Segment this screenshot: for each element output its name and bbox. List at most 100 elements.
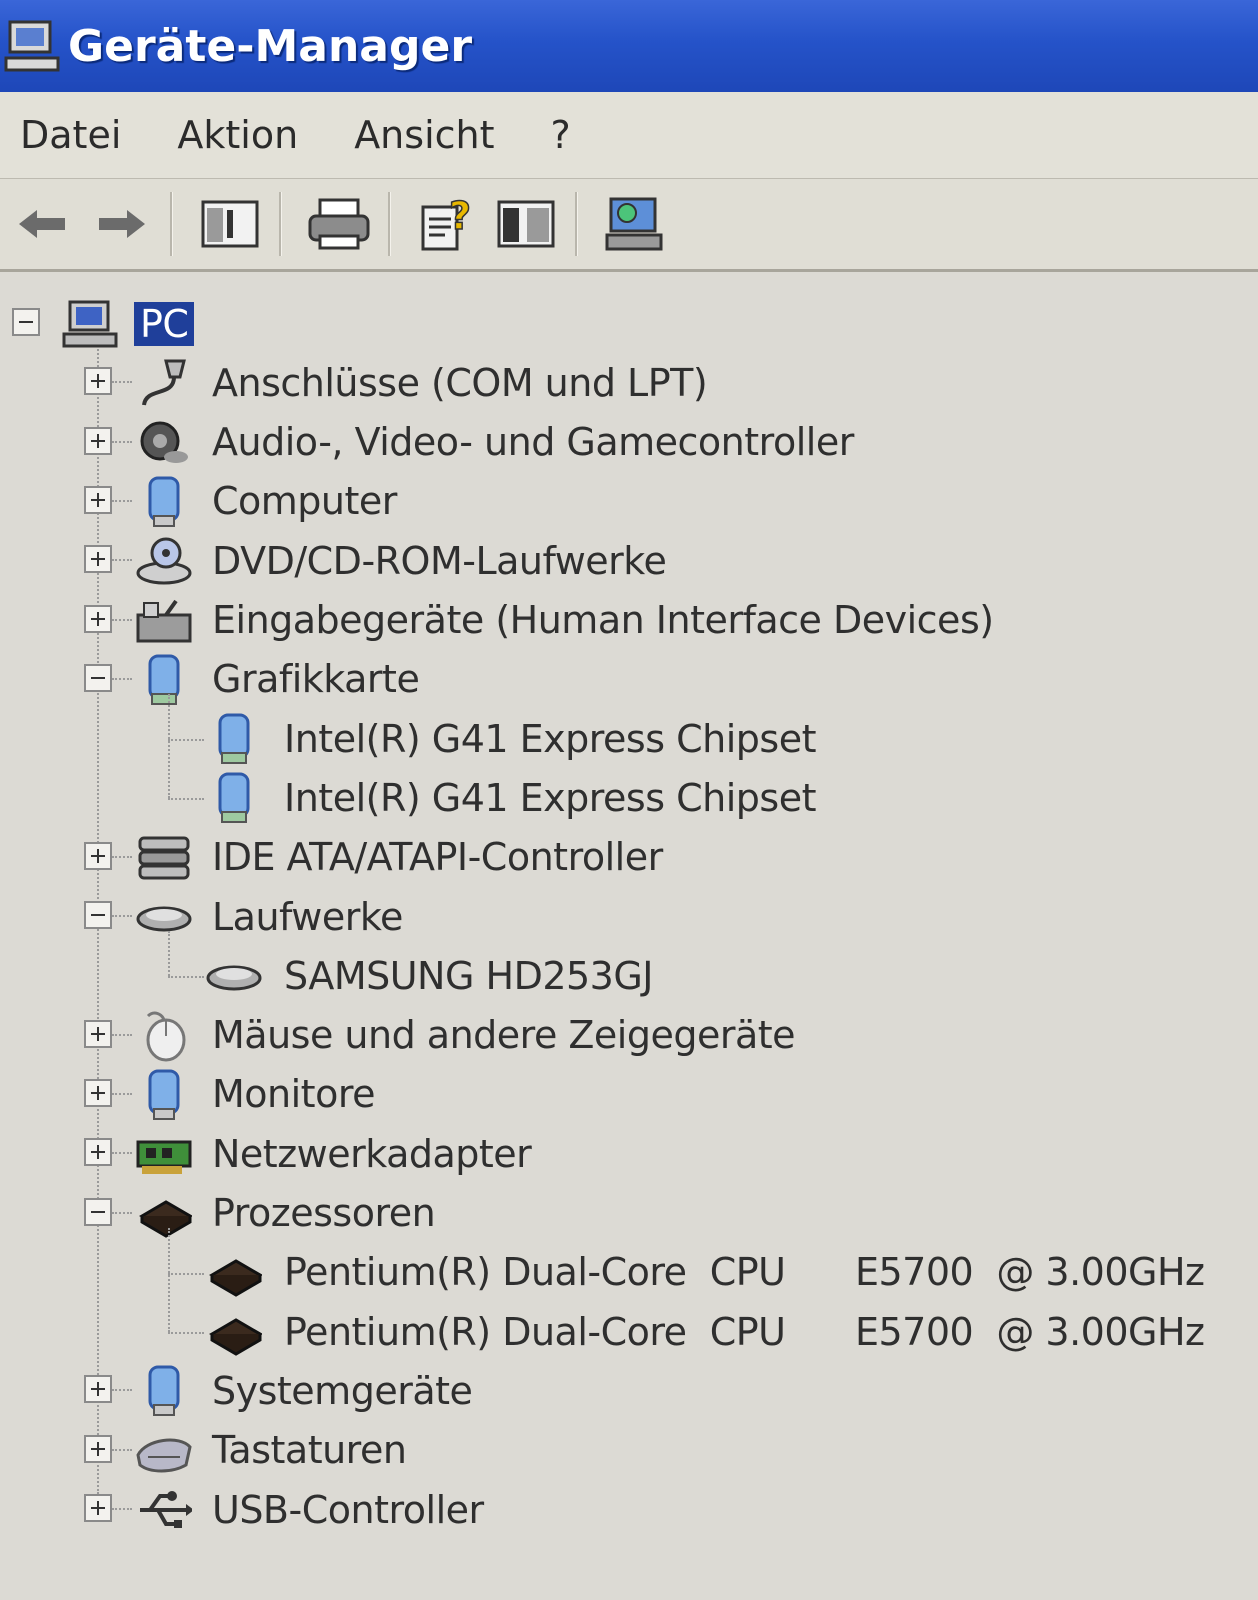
category-6-expander[interactable] [84, 663, 112, 692]
category-11[interactable]: Netzwerkadapter [212, 1124, 532, 1183]
category-9[interactable]: Mäuse und andere Zeigegeräte [212, 1006, 796, 1065]
print-button[interactable] [304, 189, 374, 259]
category-2[interactable]: Audio-, Video- und Gamecontroller [212, 413, 854, 472]
category-4[interactable]: DVD/CD-ROM-Laufwerke [212, 531, 667, 590]
category-15-expander[interactable] [84, 1494, 112, 1522]
category-7-label: IDE ATA/ATAPI-Controller [212, 835, 663, 880]
keyboard-icon [136, 1438, 192, 1473]
category-6-child-1[interactable]: Intel(R) G41 Express Chipset [284, 709, 816, 768]
category-13-expander[interactable] [84, 1375, 112, 1404]
device-tree: PC Anschlüsse (COM und LPT) Audio-, Video-… [0, 272, 1258, 1600]
display-adapter-icon [218, 772, 250, 824]
category-1[interactable]: Anschlüsse (COM und LPT) [212, 353, 708, 412]
category-10-label: Monitore [212, 1072, 376, 1117]
menu-bar: Datei Aktion Ansicht ? [0, 92, 1258, 179]
scan-hardware-icon [605, 197, 663, 251]
computer-icon [148, 476, 180, 527]
forward-icon [99, 210, 145, 238]
tree-connector [112, 381, 132, 384]
tree-connector [112, 915, 132, 917]
forward-button[interactable] [86, 189, 156, 259]
back-icon [19, 210, 65, 238]
category-12[interactable]: Prozessoren [212, 1184, 436, 1243]
category-3-label: Computer [212, 479, 397, 524]
pc-icon [62, 300, 118, 348]
tree-connector [112, 618, 132, 621]
console-tree-icon [201, 200, 259, 248]
device-manager-icon [4, 20, 60, 72]
toolbar-separator [170, 192, 173, 256]
svg-text:?: ? [449, 195, 471, 238]
category-10-expander[interactable] [84, 1078, 112, 1107]
category-6-label: Grafikkarte [212, 657, 420, 702]
category-3[interactable]: Computer [212, 472, 397, 531]
category-7[interactable]: IDE ATA/ATAPI-Controller [212, 828, 663, 887]
category-10[interactable]: Monitore [212, 1065, 376, 1124]
category-2-label: Audio-, Video- und Gamecontroller [212, 420, 854, 465]
category-9-expander[interactable] [84, 1019, 112, 1048]
menu-datei[interactable]: Datei [20, 113, 121, 157]
category-8-label: Laufwerke [212, 894, 403, 939]
category-4-expander[interactable] [84, 545, 112, 574]
category-5-expander[interactable] [84, 604, 112, 633]
view-pane-button[interactable] [491, 189, 561, 259]
category-8-expander[interactable] [84, 901, 112, 929]
tree-connector [112, 1508, 132, 1510]
category-3-expander[interactable] [84, 485, 112, 514]
menu-ansicht[interactable]: Ansicht [354, 113, 494, 157]
category-15[interactable]: USB-Controller [212, 1480, 484, 1539]
category-12-child-2[interactable]: Pentium(R) Dual-Core CPU E5700 @ 3.00GHz [284, 1302, 1205, 1361]
ide-controller-icon [138, 836, 190, 880]
category-6-child-1-label: Intel(R) G41 Express Chipset [284, 716, 816, 761]
toolbar: ? [0, 179, 1258, 272]
category-11-label: Netzwerkadapter [212, 1131, 532, 1176]
processor-icon [209, 1259, 262, 1297]
tree-connector [168, 798, 204, 801]
category-5[interactable]: Eingabegeräte (Human Interface Devices) [212, 591, 994, 650]
menu-aktion[interactable]: Aktion [177, 113, 298, 157]
tree-connector [112, 499, 132, 502]
tree-connector [112, 1152, 132, 1155]
category-14-expander[interactable] [84, 1434, 112, 1463]
tree-connector [112, 559, 132, 562]
category-6-child-2-label: Intel(R) G41 Express Chipset [284, 775, 816, 820]
network-adapter-icon [136, 1140, 192, 1175]
display-adapter-icon [218, 713, 250, 765]
console-tree-button[interactable] [195, 189, 265, 259]
toolbar-separator [279, 192, 282, 256]
tree-connector [168, 1332, 204, 1335]
category-12-child-2-label: Pentium(R) Dual-Core CPU E5700 @ 3.00GHz [284, 1309, 1205, 1354]
category-8[interactable]: Laufwerke [212, 887, 403, 946]
category-6[interactable]: Grafikkarte [212, 650, 420, 709]
tree-root-pc[interactable]: PC [134, 294, 195, 353]
category-8-child-1-label: SAMSUNG HD253GJ [284, 953, 654, 998]
category-14[interactable]: Tastaturen [212, 1421, 407, 1480]
category-11-expander[interactable] [84, 1138, 112, 1167]
scan-hardware-button[interactable] [600, 189, 670, 259]
tree-connector [168, 1272, 204, 1275]
tree-connector [112, 1211, 132, 1214]
help-properties-button[interactable]: ? [413, 189, 483, 259]
tree-connector [112, 1033, 132, 1036]
category-6-child-2[interactable]: Intel(R) G41 Express Chipset [284, 768, 816, 827]
category-2-expander[interactable] [84, 426, 112, 455]
view-pane-icon [497, 200, 555, 248]
system-devices-icon [148, 1365, 180, 1417]
category-12-label: Prozessoren [212, 1191, 436, 1235]
tree-connector [112, 1389, 132, 1392]
menu-help[interactable]: ? [551, 113, 571, 157]
category-13[interactable]: Systemgeräte [212, 1361, 473, 1420]
category-12-child-1[interactable]: Pentium(R) Dual-Core CPU E5700 @ 3.00GHz [284, 1243, 1205, 1302]
title-bar: Geräte-Manager [0, 0, 1258, 92]
category-1-expander[interactable] [84, 367, 112, 396]
category-5-label: Eingabegeräte (Human Interface Devices) [212, 598, 994, 642]
root-expander[interactable] [12, 308, 40, 336]
back-button[interactable] [8, 189, 78, 259]
category-12-expander[interactable] [84, 1197, 112, 1226]
mouse-icon [146, 1011, 186, 1062]
category-7-expander[interactable] [84, 841, 112, 870]
toolbar-separator [575, 192, 578, 256]
tree-connector [168, 931, 170, 977]
category-8-child-1[interactable]: SAMSUNG HD253GJ [284, 946, 654, 1005]
tree-connector [112, 1092, 132, 1095]
